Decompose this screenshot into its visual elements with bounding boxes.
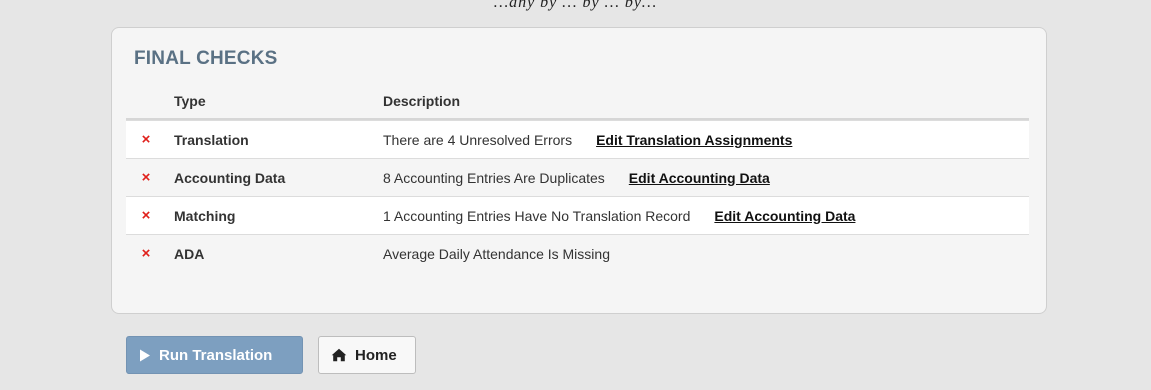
run-translation-label: Run Translation	[159, 346, 273, 364]
home-button[interactable]: Home	[318, 336, 416, 374]
column-header-description: Description	[383, 93, 461, 109]
x-icon: ×	[141, 131, 151, 148]
description-text: Average Daily Attendance Is Missing	[383, 245, 610, 262]
type-cell: ADA	[174, 245, 205, 262]
status-cell: ×	[136, 121, 156, 158]
description-text: 8 Accounting Entries Are Duplicates	[383, 169, 605, 186]
panel-title: FINAL CHECKS	[134, 48, 278, 69]
run-translation-button[interactable]: Run Translation	[126, 336, 303, 374]
final-checks-table: Type Description × Translation There are…	[126, 84, 1029, 272]
status-cell: ×	[136, 159, 156, 196]
edit-translation-assignments-link[interactable]: Edit Translation Assignments	[596, 132, 792, 148]
table-row: × Matching 1 Accounting Entries Have No …	[126, 196, 1029, 234]
table-row: × Translation There are 4 Unresolved Err…	[126, 120, 1029, 158]
edit-accounting-data-link[interactable]: Edit Accounting Data	[629, 170, 770, 186]
description-cell: 1 Accounting Entries Have No Translation…	[383, 197, 855, 234]
table-row: × Accounting Data 8 Accounting Entries A…	[126, 158, 1029, 196]
home-label: Home	[355, 346, 397, 364]
edit-accounting-data-link[interactable]: Edit Accounting Data	[714, 208, 855, 224]
top-cutoff-text-content: …any by … by … by…	[493, 0, 658, 11]
x-icon: ×	[141, 169, 151, 186]
x-icon: ×	[141, 245, 151, 262]
description-cell: There are 4 Unresolved Errors Edit Trans…	[383, 121, 792, 158]
type-cell: Translation	[174, 131, 249, 148]
description-text: 1 Accounting Entries Have No Translation…	[383, 207, 691, 224]
play-icon	[139, 349, 151, 362]
table-header: Type Description	[126, 84, 1029, 120]
status-cell: ×	[136, 197, 156, 234]
top-cutoff-text: …any by … by … by…	[0, 0, 1151, 12]
description-text: There are 4 Unresolved Errors	[383, 131, 573, 148]
type-cell: Accounting Data	[174, 169, 286, 186]
type-cell: Matching	[174, 207, 236, 224]
column-header-type: Type	[174, 93, 206, 109]
description-cell: Average Daily Attendance Is Missing	[383, 235, 610, 272]
table-row: × ADA Average Daily Attendance Is Missin…	[126, 234, 1029, 272]
description-cell: 8 Accounting Entries Are Duplicates Edit…	[383, 159, 770, 196]
final-checks-panel: FINAL CHECKS Type Description × Translat…	[111, 27, 1047, 314]
home-icon	[331, 348, 347, 362]
x-icon: ×	[141, 207, 151, 224]
status-cell: ×	[136, 235, 156, 272]
